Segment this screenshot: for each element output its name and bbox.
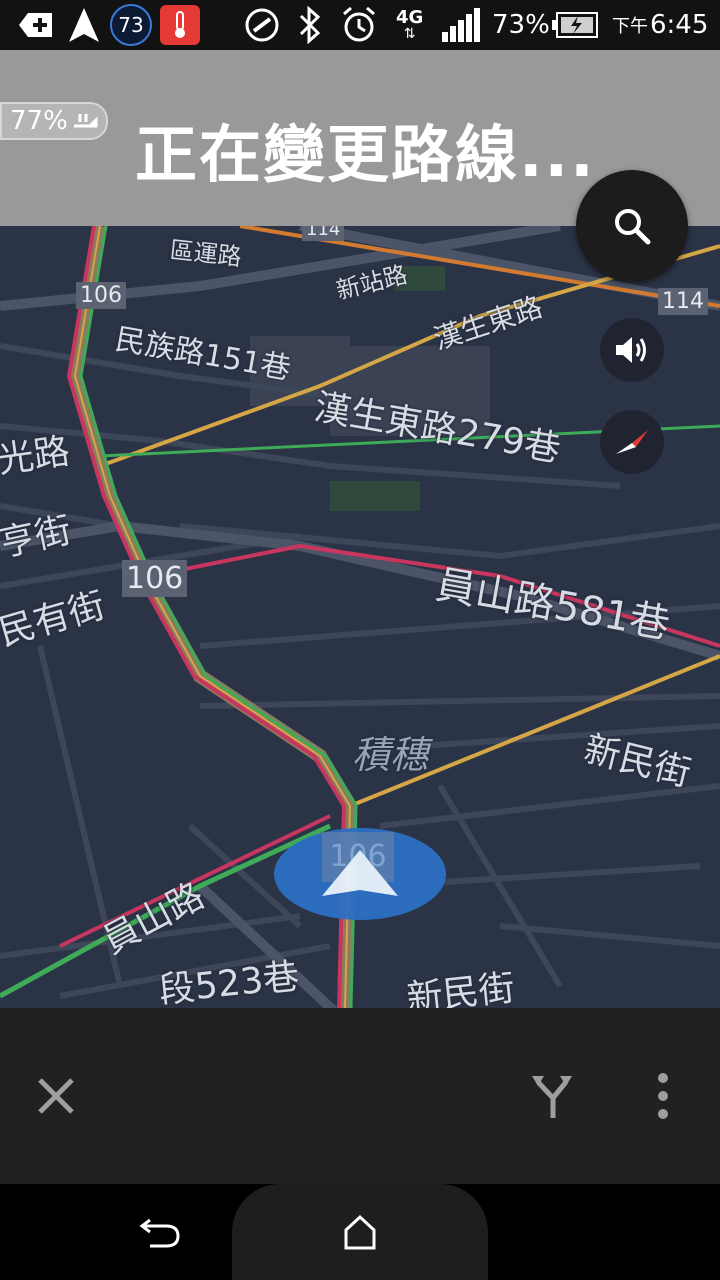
navigation-bottom-bar (0, 1008, 720, 1184)
current-location-marker: 106 (274, 828, 446, 920)
search-icon (615, 209, 651, 245)
time-prefix: 下午 (612, 16, 648, 37)
close-button[interactable] (30, 1070, 82, 1122)
search-button[interactable] (576, 170, 688, 282)
status-bar: 73 4G ⇅ 73% 下午 6:45 (0, 0, 720, 50)
map-label: 積穗 (352, 733, 429, 777)
back-icon (139, 1218, 180, 1248)
page-title: 正在變更路線... (135, 118, 596, 191)
fork-route-icon (532, 1076, 572, 1118)
signal-icon (442, 0, 482, 50)
system-nav-bar (0, 1184, 720, 1280)
nfc-icon (244, 0, 280, 50)
navigation-arrow-icon (68, 0, 100, 50)
map-park (330, 481, 420, 511)
alarm-icon (340, 0, 378, 50)
route-shield: 106 (76, 282, 126, 309)
map-label: 區運路 (168, 235, 243, 272)
bluetooth-icon (298, 0, 322, 50)
route-shield: 114 (302, 226, 345, 241)
network-label: 4G (396, 7, 424, 28)
map-label: 光路 (0, 430, 73, 482)
plug-icon (73, 114, 98, 128)
route-shield: 106 (122, 560, 188, 597)
battery-widget-percent: 77% (10, 106, 68, 136)
close-icon (38, 1078, 74, 1114)
navigation-arrow-icon (322, 850, 398, 896)
add-box-icon (18, 0, 54, 50)
more-vertical-icon (658, 1073, 668, 1119)
network-type-icon: 4G ⇅ (396, 7, 424, 42)
clock: 下午 6:45 (612, 0, 708, 50)
back-button[interactable] (136, 1212, 186, 1252)
compass-icon (616, 430, 648, 454)
sound-button[interactable] (600, 318, 664, 382)
notification-badge: 73 (110, 0, 152, 50)
battery-percent: 73% (492, 10, 550, 40)
home-icon (344, 1214, 376, 1250)
speaker-icon (616, 337, 646, 363)
more-options-button[interactable] (648, 1070, 678, 1122)
home-button[interactable] (232, 1184, 488, 1280)
battery-widget: 77% (0, 102, 108, 140)
time: 6:45 (650, 10, 709, 40)
battery-charging-icon (552, 0, 598, 50)
compass-button[interactable] (600, 410, 664, 474)
badge-count: 73 (110, 4, 152, 46)
thermometer-icon (160, 0, 200, 50)
route-shield: 114 (658, 288, 708, 315)
route-options-button[interactable] (528, 1070, 578, 1122)
